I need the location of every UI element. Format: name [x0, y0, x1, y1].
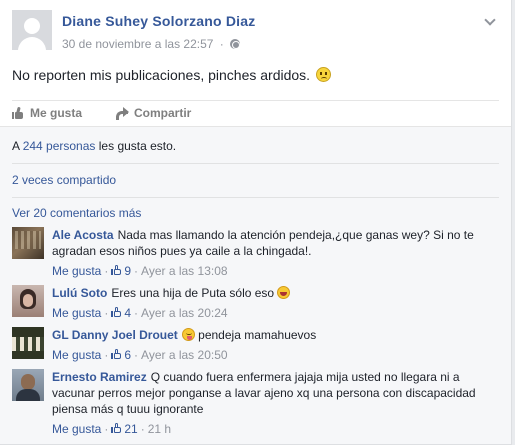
- view-more-comments-link[interactable]: Ver 20 comentarios más: [12, 206, 141, 220]
- comment-like-count[interactable]: 21: [124, 422, 137, 436]
- comment-body: Ale Acosta Nada mas llamando la atención …: [52, 227, 499, 279]
- post-body: No reporten mis publicaciones, pinches a…: [12, 67, 331, 83]
- author-avatar[interactable]: [12, 10, 52, 50]
- comment-like-link[interactable]: Me gusta: [52, 422, 101, 436]
- comment-text: Eres una hija de Puta sólo eso: [111, 286, 275, 300]
- post-meta: 30 de noviembre a las 22:57 ·: [62, 37, 241, 51]
- comments-section: A 244 personas les gusta esto. 2 veces c…: [0, 126, 511, 444]
- post-card: Diane Suhey Solorzano Diaz 30 de noviemb…: [0, 0, 512, 445]
- comment-time[interactable]: Ayer a las 20:50: [141, 348, 228, 362]
- commenter-avatar[interactable]: [12, 285, 44, 317]
- comment-meta: Me gusta · 21 · 21 h: [52, 422, 172, 436]
- thumbs-up-icon: [111, 307, 122, 318]
- like-button-label: Me gusta: [30, 106, 83, 120]
- divider: [12, 163, 499, 164]
- comment-time[interactable]: 21 h: [148, 422, 171, 436]
- comment-text: pendeja mamahuevos: [198, 328, 317, 342]
- commenter-name[interactable]: Ale Acosta: [52, 228, 114, 242]
- post-text: No reporten mis publicaciones, pinches a…: [12, 67, 311, 83]
- post-actions: Me gusta Compartir: [12, 100, 499, 125]
- avatar-silhouette-head: [24, 18, 40, 34]
- like-button[interactable]: Me gusta: [12, 106, 82, 120]
- post-header: Diane Suhey Solorzano Diaz 30 de noviemb…: [12, 10, 499, 55]
- comment-time[interactable]: Ayer a las 13:08: [141, 264, 228, 278]
- comment-meta: Me gusta · 4 · Ayer a las 20:24: [52, 306, 228, 320]
- likes-summary: A 244 personas les gusta esto.: [12, 139, 499, 153]
- comment-item: Ernesto Ramirez Q cuando fuera enfermera …: [12, 369, 499, 439]
- comment-body: Lulú Soto Eres una hija de Puta sólo eso …: [52, 285, 499, 321]
- likes-suffix: les gusta esto.: [98, 139, 177, 153]
- divider: [12, 197, 499, 198]
- share-arrow-icon: [115, 107, 129, 120]
- meta-separator: ·: [219, 37, 224, 51]
- comment-like-link[interactable]: Me gusta: [52, 306, 101, 320]
- commenter-name[interactable]: GL Danny Joel Drouet: [52, 328, 178, 342]
- commenter-name[interactable]: Lulú Soto: [52, 286, 107, 300]
- share-button-label: Compartir: [134, 106, 192, 120]
- thumbs-up-icon: [111, 265, 122, 276]
- comment-like-link[interactable]: Me gusta: [52, 264, 101, 278]
- commenter-avatar[interactable]: [12, 327, 44, 359]
- chevron-down-icon[interactable]: [483, 14, 497, 28]
- likes-prefix: A: [12, 139, 20, 153]
- comment-item: Ale Acosta Nada mas llamando la atención …: [12, 227, 499, 279]
- comment-like-count[interactable]: 6: [124, 348, 131, 362]
- comment-body: Ernesto Ramirez Q cuando fuera enfermera …: [52, 369, 499, 437]
- comment-meta: Me gusta · 9 · Ayer a las 13:08: [52, 264, 228, 278]
- post-timestamp[interactable]: 30 de noviembre a las 22:57: [62, 37, 213, 51]
- laughing-emoji-icon: [277, 286, 291, 299]
- thumbs-up-icon: [111, 423, 122, 434]
- sad-face-icon: [315, 67, 331, 82]
- share-button[interactable]: Compartir: [115, 106, 191, 120]
- comment-like-link[interactable]: Me gusta: [52, 348, 101, 362]
- commenter-avatar[interactable]: [12, 227, 44, 259]
- avatar-silhouette-body: [18, 37, 46, 50]
- shares-link[interactable]: 2 veces compartido: [12, 173, 116, 187]
- comment-like-count[interactable]: 4: [124, 306, 131, 320]
- comment-like-count[interactable]: 9: [124, 264, 131, 278]
- comment-meta: Me gusta · 6 · Ayer a las 20:50: [52, 348, 228, 362]
- comment-text: Nada mas llamando la atención pendeja,¿q…: [52, 228, 474, 258]
- comment-item: Lulú Soto Eres una hija de Puta sólo eso …: [12, 285, 499, 321]
- likes-count-link[interactable]: 244 personas: [23, 139, 96, 153]
- tongue-out-emoji-icon: [181, 328, 195, 341]
- comment-time[interactable]: Ayer a las 20:24: [141, 306, 228, 320]
- comment-body: GL Danny Joel Drouet pendeja mamahuevos …: [52, 327, 499, 363]
- shares-summary: 2 veces compartido: [12, 173, 499, 187]
- author-name[interactable]: Diane Suhey Solorzano Diaz: [62, 13, 255, 29]
- globe-icon[interactable]: [230, 39, 241, 49]
- thumbs-up-icon: [111, 349, 122, 360]
- commenter-avatar[interactable]: [12, 369, 44, 401]
- comment-item: GL Danny Joel Drouet pendeja mamahuevos …: [12, 327, 499, 363]
- commenter-name[interactable]: Ernesto Ramirez: [52, 370, 147, 384]
- thumbs-up-icon: [12, 106, 24, 119]
